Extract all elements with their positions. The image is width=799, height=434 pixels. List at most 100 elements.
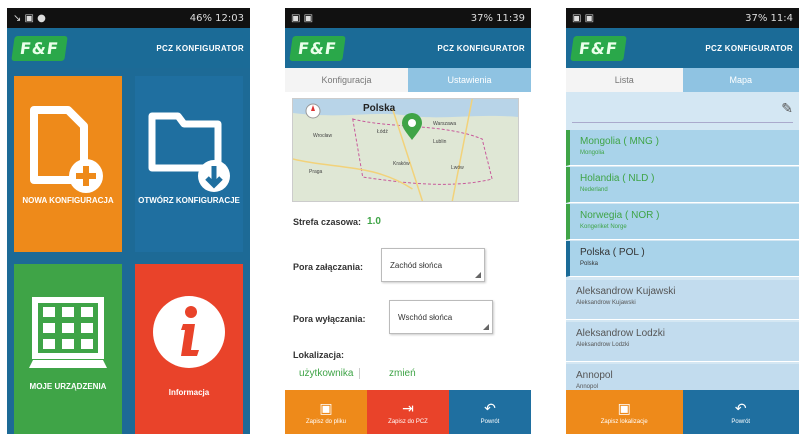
info-icon bbox=[153, 296, 225, 368]
status-bar: ▣ ▣ 37% 11:39 bbox=[285, 8, 531, 28]
list-item-subtitle: Kongeriket Norge bbox=[580, 224, 627, 230]
phone-screen-location-list: ▣ ▣ 37% 11:4 F&F PCZ KONFIGURATOR Lista … bbox=[566, 8, 799, 434]
map-country-label: Polska bbox=[363, 103, 396, 114]
device-grid-icon bbox=[29, 297, 107, 368]
save-to-pcz-label: Zapisz do PCZ bbox=[388, 418, 428, 425]
save-location-label: Zapisz lokalizacje bbox=[600, 418, 648, 425]
map-city-label: Lwów bbox=[451, 165, 464, 171]
status-time: 37% 11:4 bbox=[745, 12, 793, 24]
phone-screen-menu: ↘ ▣ ● 46% 12:03 F&F PCZ KONFIGURATOR NOW… bbox=[7, 8, 250, 434]
map-city-label: Kraków bbox=[393, 161, 410, 167]
map-city-label: Warszawa bbox=[433, 121, 457, 127]
tab-bar: Lista Mapa bbox=[566, 68, 799, 92]
app-bar: F&F PCZ KONFIGURATOR bbox=[566, 28, 799, 68]
list-item[interactable]: Aleksandrow Kujawski Aleksandrow Kujawsk… bbox=[566, 280, 799, 320]
map-city-label: Wrocław bbox=[313, 133, 333, 139]
tab-map[interactable]: Mapa bbox=[682, 68, 799, 92]
map-city-label: Lublin bbox=[433, 139, 447, 145]
change-location-link[interactable]: zmień bbox=[389, 368, 416, 379]
save-location-button[interactable]: ▣ Zapisz lokalizacje bbox=[566, 390, 683, 434]
app-title: PCZ KONFIGURATOR bbox=[705, 43, 793, 53]
tab-bar: Konfiguracja Ustawienia bbox=[285, 68, 531, 92]
open-configuration-tile[interactable]: OTWÓRZ KONFIGURACJE bbox=[135, 76, 243, 252]
list-item-name: Mongolia ( MNG ) bbox=[580, 136, 659, 147]
status-bar: ↘ ▣ ● 46% 12:03 bbox=[7, 8, 250, 28]
on-time-label: Pora załączania: bbox=[293, 262, 364, 272]
list-item-name: Polska ( POL ) bbox=[580, 247, 645, 258]
my-devices-label: MOJE URZĄDZENIA bbox=[29, 382, 107, 391]
on-time-dropdown[interactable]: Zachód słońca bbox=[381, 248, 485, 282]
information-tile[interactable]: Informacja bbox=[135, 264, 243, 434]
list-item-subtitle: Aleksandrow Lodzki bbox=[576, 342, 630, 348]
tab-list[interactable]: Lista bbox=[566, 68, 683, 92]
timezone-row: Strefa czasowa: 1.0 bbox=[293, 216, 381, 227]
list-item-subtitle: Polska bbox=[580, 261, 599, 267]
status-time: 46% 12:03 bbox=[189, 12, 244, 24]
search-input[interactable]: ✎ bbox=[572, 96, 793, 123]
save-icon: ▣ bbox=[617, 399, 631, 416]
compass-icon[interactable] bbox=[305, 103, 321, 119]
list-item[interactable]: Norwegia ( NOR ) Kongeriket Norge bbox=[566, 204, 799, 240]
location-list: ✎ Mongolia ( MNG ) Mongolia Holandia ( N… bbox=[566, 92, 799, 404]
back-label: Powrót bbox=[480, 418, 500, 425]
tab-settings[interactable]: Ustawienia bbox=[408, 68, 531, 92]
ff-logo: F&F bbox=[570, 35, 627, 61]
dropdown-arrow-icon bbox=[483, 324, 489, 330]
list-item[interactable]: Holandia ( NLD ) Nederland bbox=[566, 167, 799, 203]
back-button[interactable]: ↶ Powrót bbox=[449, 390, 531, 434]
settings-panel: Polska Wrocław Łódź Kraków Lublin Warsza… bbox=[285, 92, 531, 390]
phone-screen-settings: ▣ ▣ 37% 11:39 F&F PCZ KONFIGURATOR Konfi… bbox=[285, 8, 531, 434]
list-item-name: Annopol bbox=[576, 370, 613, 381]
list-item[interactable]: Aleksandrow Lodzki Aleksandrow Lodzki bbox=[566, 322, 799, 362]
back-icon: ↶ bbox=[734, 399, 747, 416]
timezone-value: 1.0 bbox=[367, 216, 381, 227]
save-to-pcz-button[interactable]: ⇥ Zapisz do PCZ bbox=[367, 390, 449, 434]
bottom-action-bar: ▣ Zapisz do pliku ⇥ Zapisz do PCZ ↶ Powr… bbox=[285, 390, 531, 434]
status-time: 37% 11:39 bbox=[470, 12, 525, 24]
map-pin-icon bbox=[402, 113, 422, 140]
app-title: PCZ KONFIGURATOR bbox=[156, 43, 244, 53]
save-to-file-button[interactable]: ▣ Zapisz do pliku bbox=[285, 390, 367, 434]
back-icon: ↶ bbox=[484, 399, 496, 416]
app-bar: F&F PCZ KONFIGURATOR bbox=[285, 28, 531, 68]
map-city-label: Praga bbox=[309, 169, 323, 175]
dropdown-arrow-icon bbox=[475, 272, 481, 278]
my-devices-tile[interactable]: MOJE URZĄDZENIA bbox=[14, 264, 122, 434]
status-bar: ▣ ▣ 37% 11:4 bbox=[566, 8, 799, 28]
status-icons-left: ↘ ▣ ● bbox=[13, 12, 46, 24]
ff-logo: F&F bbox=[289, 35, 346, 61]
app-title: PCZ KONFIGURATOR bbox=[437, 43, 525, 53]
new-configuration-label: NOWA KONFIGURACJA bbox=[22, 196, 114, 205]
list-item-selected[interactable]: Polska ( POL ) Polska bbox=[566, 241, 799, 277]
tile-grid: NOWA KONFIGURACJA OTWÓRZ KONFIGURACJE MO… bbox=[14, 76, 243, 434]
list-item[interactable]: Mongolia ( MNG ) Mongolia bbox=[566, 130, 799, 166]
save-to-file-label: Zapisz do pliku bbox=[305, 418, 347, 425]
back-label: Powrót bbox=[731, 418, 751, 425]
on-time-value: Zachód słońca bbox=[390, 260, 443, 270]
list-item-subtitle: Aleksandrow Kujawski bbox=[576, 300, 636, 306]
pencil-icon[interactable]: ✎ bbox=[781, 100, 793, 117]
location-map[interactable]: Polska Wrocław Łódź Kraków Lublin Warsza… bbox=[292, 98, 519, 202]
list-item-name: Aleksandrow Lodzki bbox=[576, 328, 665, 339]
tab-configuration[interactable]: Konfiguracja bbox=[285, 68, 408, 92]
export-icon: ⇥ bbox=[402, 399, 414, 416]
list-item-subtitle: Mongolia bbox=[580, 150, 605, 156]
location-label: Lokalizacja: bbox=[293, 350, 345, 360]
save-icon: ▣ bbox=[319, 399, 333, 416]
new-configuration-tile[interactable]: NOWA KONFIGURACJA bbox=[14, 76, 122, 252]
new-file-icon bbox=[30, 106, 103, 193]
list-item-name: Norwegia ( NOR ) bbox=[580, 210, 660, 221]
list-item-name: Aleksandrow Kujawski bbox=[576, 286, 676, 297]
map-city-label: Łódź bbox=[377, 129, 388, 135]
open-configuration-label: OTWÓRZ KONFIGURACJE bbox=[138, 196, 240, 205]
app-bar: F&F PCZ KONFIGURATOR bbox=[7, 28, 250, 68]
list-item-subtitle: Nederland bbox=[580, 187, 608, 193]
off-time-value: Wschód słońca bbox=[398, 312, 453, 322]
off-time-dropdown[interactable]: Wschód słońca bbox=[389, 300, 493, 334]
timezone-label: Strefa czasowa: bbox=[293, 216, 362, 227]
back-button[interactable]: ↶ Powrót bbox=[682, 390, 799, 434]
open-folder-icon bbox=[148, 112, 230, 192]
status-icons-left: ▣ ▣ bbox=[572, 12, 595, 24]
list-item-name: Holandia ( NLD ) bbox=[580, 173, 655, 184]
location-value: użytkownika bbox=[299, 368, 361, 379]
